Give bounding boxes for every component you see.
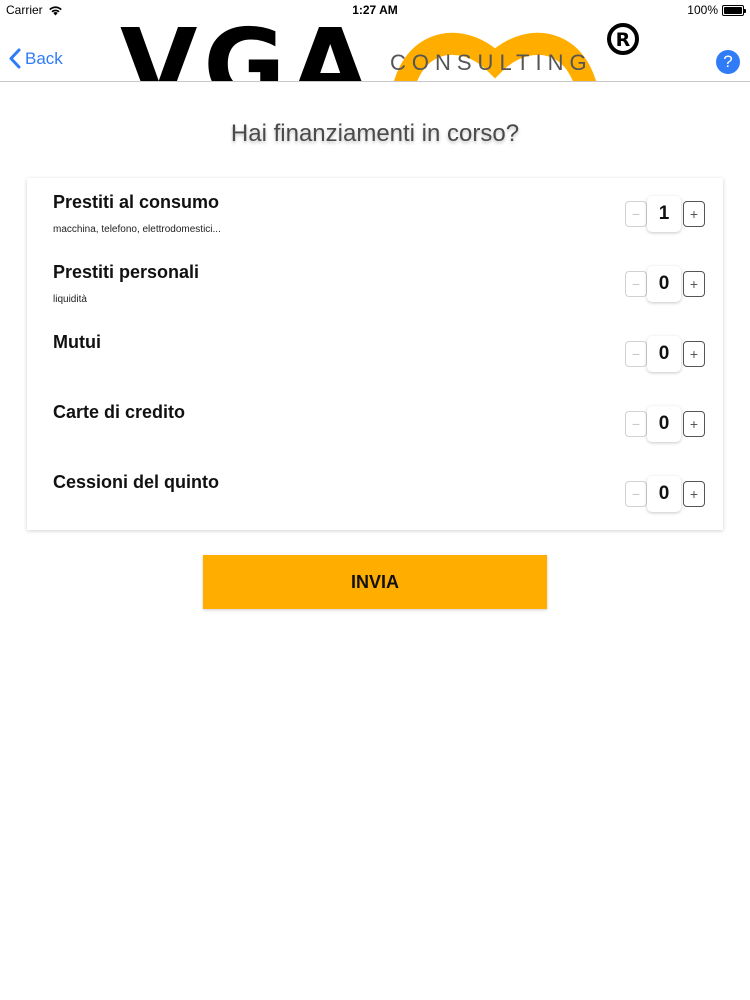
stepper-value: 0 xyxy=(647,266,681,302)
battery-percent: 100% xyxy=(687,3,718,17)
increment-button[interactable]: + xyxy=(683,341,705,367)
quantity-stepper: − 0 + xyxy=(625,336,705,372)
submit-button[interactable]: INVIA xyxy=(203,555,547,609)
financing-row-carte-credito: Carte di credito − 0 + xyxy=(27,388,723,458)
chevron-left-icon xyxy=(9,48,21,69)
decrement-button[interactable]: − xyxy=(625,481,647,507)
status-time: 1:27 AM xyxy=(352,3,398,17)
stepper-value: 1 xyxy=(647,196,681,232)
row-label: Carte di credito xyxy=(53,402,186,422)
help-button[interactable]: ? xyxy=(716,50,740,74)
financing-row-mutui: Mutui − 0 + xyxy=(27,318,723,388)
battery-icon xyxy=(722,4,746,16)
increment-button[interactable]: + xyxy=(683,271,705,297)
quantity-stepper: − 0 + xyxy=(625,406,705,442)
logo-main-text: VGA xyxy=(120,20,375,82)
row-label: Mutui xyxy=(53,332,101,352)
stepper-value: 0 xyxy=(647,406,681,442)
financing-row-prestiti-personali: Prestiti personali liquidità − 0 + xyxy=(27,248,723,318)
increment-button[interactable]: + xyxy=(683,201,705,227)
navigation-bar: VGA CONSULTING R Back ? xyxy=(0,20,750,82)
financing-card: Prestiti al consumo macchina, telefono, … xyxy=(27,178,723,530)
decrement-button[interactable]: − xyxy=(625,411,647,437)
back-button[interactable]: Back xyxy=(8,48,63,69)
quantity-stepper: − 0 + xyxy=(625,476,705,512)
decrement-button[interactable]: − xyxy=(625,341,647,367)
row-sublabel: liquidità xyxy=(53,294,87,305)
logo-sub-text: CONSULTING xyxy=(390,50,593,75)
registered-letter: R xyxy=(616,29,631,51)
vga-consulting-logo: VGA CONSULTING R xyxy=(120,20,650,82)
registered-mark-icon: R xyxy=(607,23,639,55)
status-bar: Carrier 1:27 AM 100% xyxy=(0,0,750,20)
row-label: Cessioni del quinto xyxy=(53,472,220,492)
stepper-value: 0 xyxy=(647,336,681,372)
quantity-stepper: − 0 + xyxy=(625,266,705,302)
row-label: Prestiti personali xyxy=(53,262,200,282)
back-label: Back xyxy=(25,48,63,68)
decrement-button[interactable]: − xyxy=(625,201,647,227)
financing-row-cessioni-quinto: Cessioni del quinto − 0 + xyxy=(27,458,723,528)
increment-button[interactable]: + xyxy=(683,411,705,437)
row-label: Prestiti al consumo xyxy=(53,192,220,212)
help-icon: ? xyxy=(723,52,733,71)
stepper-value: 0 xyxy=(647,476,681,512)
page-title: Hai finanziamenti in corso? xyxy=(230,120,520,147)
financing-row-prestiti-consumo: Prestiti al consumo macchina, telefono, … xyxy=(27,178,723,248)
increment-button[interactable]: + xyxy=(683,481,705,507)
battery-info: 100% xyxy=(687,3,746,17)
quantity-stepper: − 1 + xyxy=(625,196,705,232)
row-sublabel: macchina, telefono, elettrodomestici... xyxy=(53,224,221,235)
decrement-button[interactable]: − xyxy=(625,271,647,297)
